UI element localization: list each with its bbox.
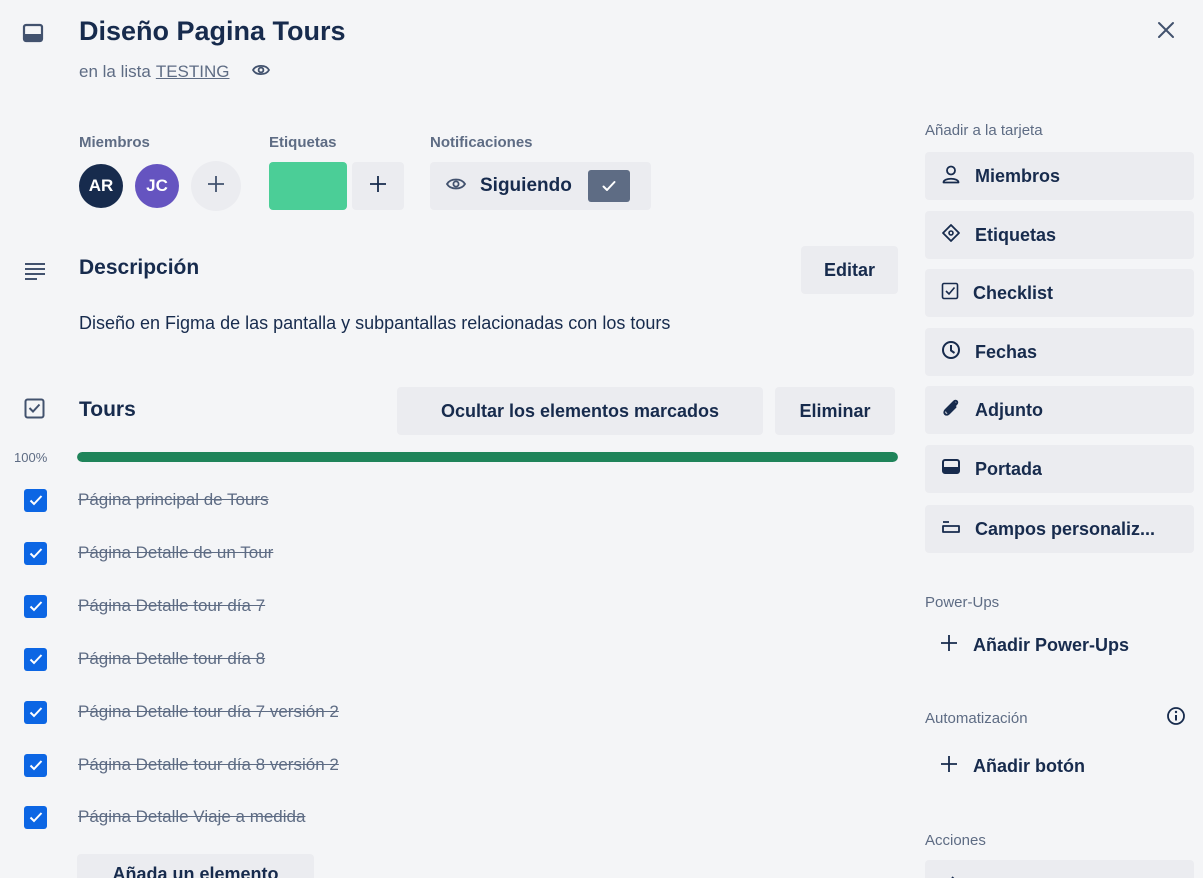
description-icon [24, 262, 46, 285]
description-text[interactable]: Diseño en Figma de las pantalla y subpan… [79, 313, 670, 334]
plus-icon [368, 174, 388, 199]
checklist-item-text[interactable]: Página Detalle de un Tour [78, 543, 273, 563]
sidebar-checklist-button[interactable]: Checklist [925, 269, 1194, 317]
eye-icon [251, 62, 270, 82]
checkbox[interactable] [24, 541, 47, 565]
sidebar-move-button[interactable] [925, 860, 1194, 878]
sidebar-button-label: Checklist [973, 282, 1054, 303]
add-powerups-label: Añadir Power-Ups [973, 634, 1130, 655]
add-button-button[interactable]: Añadir botón [925, 746, 1194, 786]
checklist-item-text[interactable]: Página Detalle tour día 7 [78, 596, 265, 616]
info-icon[interactable] [1166, 706, 1186, 731]
plus-icon [939, 633, 959, 658]
checklist-item-text[interactable]: Página principal de Tours [78, 490, 269, 510]
label-chip-green[interactable] [269, 162, 347, 210]
add-powerups-button[interactable]: Añadir Power-Ups [925, 625, 1194, 665]
list-link[interactable]: TESTING [156, 62, 230, 82]
checkbox[interactable] [24, 753, 47, 777]
sidebar-button-label: Portada [975, 458, 1043, 479]
progress-bar [77, 452, 898, 462]
eye-icon [445, 176, 467, 197]
checklist-item: Página Detalle Viaje a medida [24, 802, 894, 832]
checklist-title[interactable]: Tours [79, 398, 136, 422]
add-item-button[interactable]: Añada un elemento [77, 854, 314, 878]
tag-icon [941, 223, 961, 248]
sidebar-button-label: Etiquetas [975, 224, 1057, 245]
sidebar-labels-button[interactable]: Etiquetas [925, 211, 1194, 259]
close-icon [1156, 20, 1176, 45]
delete-checklist-button[interactable]: Eliminar [775, 387, 895, 435]
checkbox[interactable] [24, 594, 47, 618]
card-icon [22, 22, 44, 44]
hide-checked-button[interactable]: Ocultar los elementos marcados [397, 387, 763, 435]
add-to-card-label: Añadir a la tarjeta [925, 122, 1043, 139]
checkbox[interactable] [24, 700, 47, 724]
sidebar-dates-button[interactable]: Fechas [925, 328, 1194, 376]
card-title[interactable]: Diseño Pagina Tours [79, 16, 346, 47]
list-prefix: en la lista [79, 62, 151, 81]
checklist-icon [941, 282, 959, 305]
checklist-item-text[interactable]: Página Detalle tour día 8 [78, 649, 265, 669]
paperclip-icon [941, 398, 961, 423]
checklist-item: Página principal de Tours [24, 485, 894, 515]
cover-icon [941, 458, 961, 481]
sidebar-cover-button[interactable]: Portada [925, 445, 1194, 493]
actions-label: Acciones [925, 832, 986, 849]
follow-button[interactable]: Siguiendo [430, 162, 651, 210]
clock-icon [941, 340, 961, 365]
notifications-label: Notificaciones [430, 134, 533, 151]
checkbox[interactable] [24, 805, 47, 829]
add-label-button[interactable] [352, 162, 404, 210]
check-icon [587, 170, 630, 202]
checklist-item-text[interactable]: Página Detalle Viaje a medida [78, 807, 305, 827]
sidebar-attachment-button[interactable]: Adjunto [925, 386, 1194, 434]
checklist-item-text[interactable]: Página Detalle tour día 8 versión 2 [78, 755, 339, 775]
checkbox[interactable] [24, 488, 47, 512]
checklist-item: Página Detalle tour día 8 versión 2 [24, 750, 894, 780]
description-title: Descripción [79, 256, 200, 279]
checklist-item: Página Detalle tour día 8 [24, 644, 894, 674]
close-button[interactable] [1150, 16, 1182, 48]
powerups-label: Power-Ups [925, 594, 1000, 611]
follow-label: Siguiendo [480, 175, 572, 196]
sidebar-members-button[interactable]: Miembros [925, 152, 1194, 200]
progress-bar-fill [77, 452, 898, 462]
checklist-item: Página Detalle tour día 7 [24, 591, 894, 621]
person-icon [941, 164, 961, 189]
arrow-right-icon [941, 872, 961, 878]
custom-fields-icon [941, 520, 961, 539]
sidebar-button-label: Fechas [975, 341, 1038, 362]
members-label: Miembros [79, 134, 150, 151]
progress-percent: 100% [14, 450, 48, 465]
checklist-item-text[interactable]: Página Detalle tour día 7 versión 2 [78, 702, 339, 722]
checklist-icon [24, 398, 45, 424]
list-info: en la lista TESTING [79, 62, 270, 82]
labels-label: Etiquetas [269, 134, 337, 151]
checklist-item: Página Detalle de un Tour [24, 538, 894, 568]
sidebar-button-label: Campos personaliz... [975, 518, 1156, 539]
sidebar-custom-fields-button[interactable]: Campos personaliz... [925, 505, 1194, 553]
edit-description-button[interactable]: Editar [801, 246, 898, 294]
plus-icon [939, 754, 959, 779]
sidebar-button-label: Adjunto [975, 399, 1043, 420]
automation-label: Automatización [925, 710, 1028, 727]
add-button-label: Añadir botón [973, 755, 1085, 776]
checkbox[interactable] [24, 647, 47, 671]
avatar-jc[interactable]: JC [135, 164, 179, 208]
checklist-item: Página Detalle tour día 7 versión 2 [24, 697, 894, 727]
add-member-button[interactable] [191, 161, 241, 211]
avatar-ar[interactable]: AR [79, 164, 123, 208]
sidebar-button-label: Miembros [975, 165, 1061, 186]
plus-icon [206, 174, 226, 199]
